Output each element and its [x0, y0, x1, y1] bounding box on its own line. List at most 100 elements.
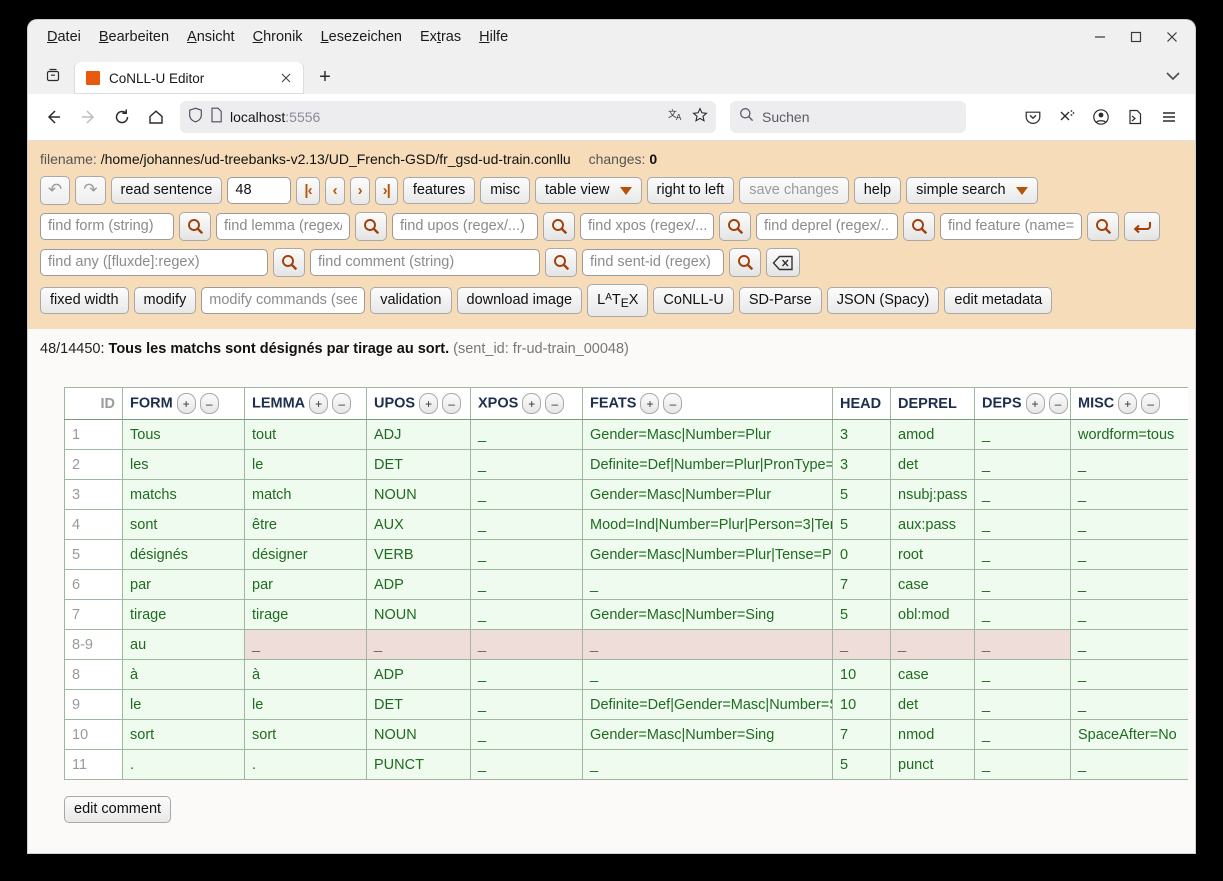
table-row[interactable]: 11.. PUNCT _ _ 5 punct _ _	[64, 749, 1188, 780]
extensions-icon[interactable]	[1051, 101, 1083, 133]
first-sentence-button[interactable]: |‹	[296, 176, 320, 205]
remove-column-icon[interactable]: –	[1141, 393, 1161, 414]
cell-feats[interactable]: _	[582, 749, 833, 780]
column-header-head[interactable]: HEAD	[832, 387, 891, 420]
minimize-icon[interactable]	[1085, 22, 1115, 52]
cell-form[interactable]: tirage	[122, 599, 245, 630]
table-row[interactable]: 2 les le DET _ Definite=Def|Number=Plur|PronT…	[64, 449, 1188, 480]
table-row[interactable]: 4 sont être AUX _ Mood=Ind|Number=Plur|Person…	[64, 509, 1188, 540]
cell-feats[interactable]: _	[582, 569, 833, 600]
cell-misc[interactable]: _	[1070, 539, 1188, 570]
latex-button[interactable]: LATEX	[587, 284, 649, 317]
close-icon[interactable]	[1157, 22, 1187, 52]
add-column-icon[interactable]: +	[309, 393, 329, 414]
cell-feats[interactable]: Definite=Def|Number=Plur|PronType=Art	[582, 449, 833, 480]
cell-feats[interactable]: _	[582, 659, 833, 690]
find-feature-input[interactable]	[940, 213, 1082, 240]
column-header-xpos[interactable]: XPOS + –	[470, 387, 583, 420]
find-lemma-search-button[interactable]	[355, 212, 387, 241]
remove-column-icon[interactable]: –	[199, 393, 219, 414]
cell-head[interactable]: 5	[832, 749, 891, 780]
cell-lemma[interactable]: désigner	[244, 539, 367, 570]
table-row[interactable]: 6 par par ADP _ _ 7 case _ _	[64, 569, 1188, 600]
list-all-tabs-icon[interactable]	[36, 59, 70, 91]
cell-xpos[interactable]: _	[470, 449, 583, 480]
conllu-button[interactable]: CoNLL-U	[653, 287, 734, 314]
cell-head[interactable]: _	[832, 629, 891, 660]
cell-xpos[interactable]: _	[470, 719, 583, 750]
cell-lemma[interactable]: tirage	[244, 599, 367, 630]
cell-deps[interactable]: _	[974, 749, 1071, 780]
column-header-deps[interactable]: DEPS + –	[974, 387, 1071, 420]
menu-datei[interactable]: Datei	[38, 26, 90, 48]
find-comment-input[interactable]	[310, 249, 540, 276]
cell-feats[interactable]: Gender=Masc|Number=Plur	[582, 419, 833, 450]
redo-button[interactable]: ↷	[75, 176, 106, 205]
cell-xpos[interactable]: _	[470, 509, 583, 540]
menu-hilfe[interactable]: Hilfe	[470, 26, 517, 48]
cell-form[interactable]: sort	[122, 719, 245, 750]
cell-head[interactable]: 5	[832, 479, 891, 510]
cell-deprel[interactable]: amod	[890, 419, 975, 450]
cell-upos[interactable]: DET	[366, 689, 471, 720]
clear-search-button[interactable]	[766, 248, 800, 277]
cell-upos[interactable]: VERB	[366, 539, 471, 570]
cell-deps[interactable]: _	[974, 509, 1071, 540]
read-sentence-button[interactable]: read sentence	[110, 177, 223, 204]
cell-xpos[interactable]: _	[470, 479, 583, 510]
cell-head[interactable]: 5	[832, 509, 891, 540]
add-column-icon[interactable]: +	[1025, 393, 1045, 414]
view-mode-select[interactable]: table view	[535, 177, 642, 204]
menu-bearbeiten[interactable]: Bearbeiten	[90, 26, 178, 48]
find-deprel-input[interactable]	[756, 213, 898, 240]
cell-misc[interactable]: _	[1070, 449, 1188, 480]
find-any-input[interactable]	[40, 249, 268, 276]
table-row[interactable]: 1 Tous tout ADJ _ Gender=Masc|Number=Plur 3 amo…	[64, 419, 1188, 450]
remove-column-icon[interactable]: –	[332, 393, 352, 414]
cell-form[interactable]: au	[122, 629, 245, 660]
cell-misc[interactable]: _	[1070, 509, 1188, 540]
cell-upos[interactable]: ADP	[366, 659, 471, 690]
find-upos-search-button[interactable]	[543, 212, 575, 241]
column-header-id[interactable]: ID	[64, 387, 123, 420]
cell-upos[interactable]: PUNCT	[366, 749, 471, 780]
cell-feats[interactable]: Gender=Masc|Number=Sing	[582, 599, 833, 630]
cell-form[interactable]: à	[122, 659, 245, 690]
table-row[interactable]: 7 tirage tirage NOUN _ Gender=Masc|Number=Sin…	[64, 599, 1188, 630]
cell-xpos[interactable]: _	[470, 599, 583, 630]
cell-xpos[interactable]: _	[470, 419, 583, 450]
cell-lemma[interactable]: .	[244, 749, 367, 780]
cell-feats[interactable]: Definite=Def|Gender=Masc|Number=Sing|Pro…	[582, 689, 833, 720]
cell-deps[interactable]: _	[974, 419, 1071, 450]
cell-deps[interactable]: _	[974, 599, 1071, 630]
cell-deprel[interactable]: _	[890, 629, 975, 660]
table-row[interactable]: 5 désignés désigner VERB _ Gender=Masc|Number…	[64, 539, 1188, 570]
reload-icon[interactable]	[106, 101, 138, 133]
cell-misc[interactable]: wordform=tous	[1070, 419, 1188, 450]
find-sentid-search-button[interactable]	[729, 248, 761, 277]
remove-column-icon[interactable]: –	[442, 393, 462, 414]
remove-column-icon[interactable]: –	[1048, 393, 1068, 414]
remove-column-icon[interactable]: –	[663, 393, 683, 414]
find-comment-search-button[interactable]	[545, 248, 577, 277]
cell-form[interactable]: désignés	[122, 539, 245, 570]
browser-tab[interactable]: CoNLL-U Editor	[74, 62, 304, 94]
modify-commands-input[interactable]	[201, 287, 366, 314]
column-header-lemma[interactable]: LEMMA + –	[244, 387, 367, 420]
table-row[interactable]: 8 à à ADP _ _ 10 case _ _	[64, 659, 1188, 690]
features-button[interactable]: features	[402, 177, 476, 204]
add-column-icon[interactable]: +	[419, 393, 439, 414]
edit-comment-button[interactable]: edit comment	[64, 796, 172, 823]
cell-misc[interactable]: _	[1070, 689, 1188, 720]
bookmark-star-icon[interactable]	[692, 106, 708, 128]
find-form-input[interactable]	[40, 213, 174, 240]
find-form-search-button[interactable]	[179, 212, 211, 241]
modify-button[interactable]: modify	[133, 287, 197, 314]
tab-close-icon[interactable]	[276, 68, 296, 88]
cell-lemma[interactable]: tout	[244, 419, 367, 450]
cell-deps[interactable]: _	[974, 629, 1071, 660]
cell-deprel[interactable]: det	[890, 689, 975, 720]
cell-deps[interactable]: _	[974, 569, 1071, 600]
cell-deprel[interactable]: det	[890, 449, 975, 480]
menu-extras[interactable]: Extras	[411, 26, 470, 48]
